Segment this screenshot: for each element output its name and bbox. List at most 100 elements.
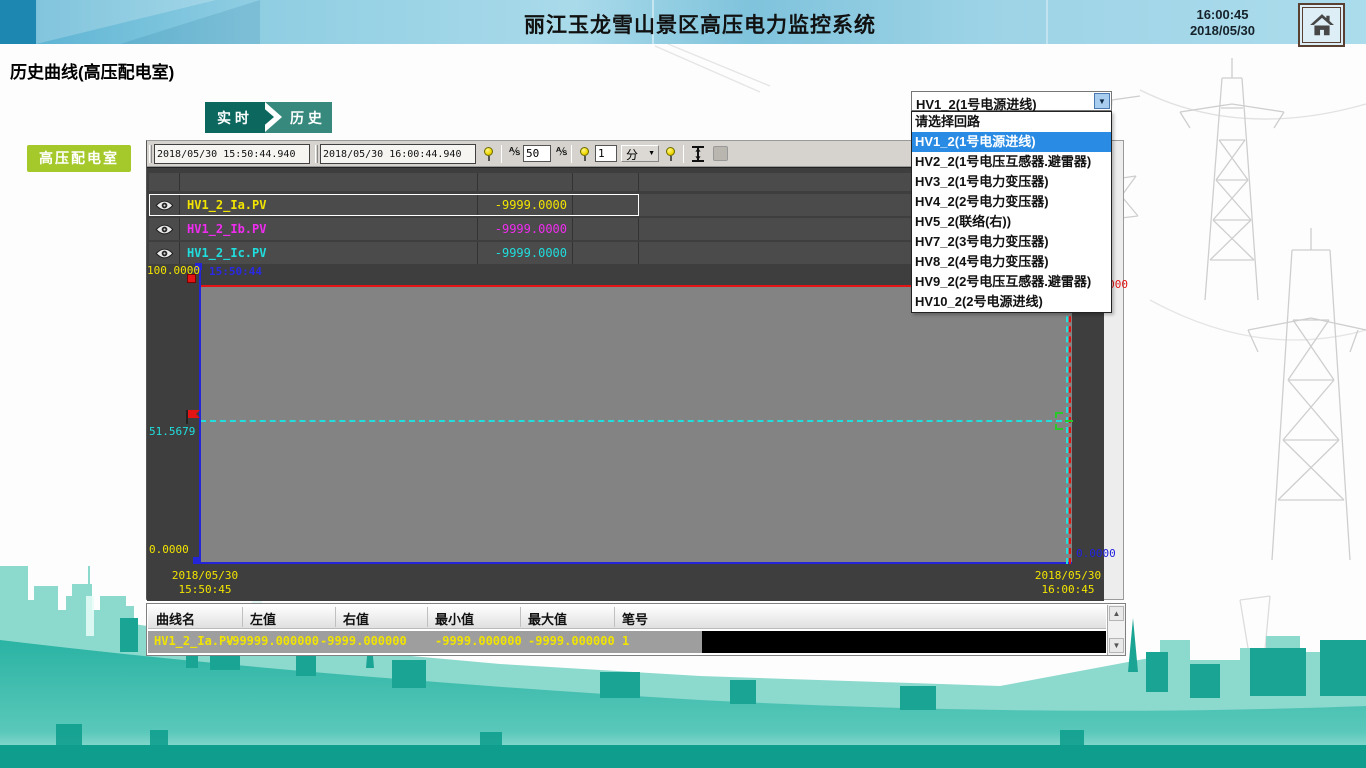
pen-value: -9999.0000 [479, 242, 573, 264]
circuit-option[interactable]: HV3_2(1号电力变压器) [912, 172, 1111, 192]
visibility-cell[interactable] [149, 218, 180, 240]
cursor-handle-bottom-icon[interactable] [193, 557, 200, 564]
visibility-cell[interactable] [149, 242, 180, 264]
zoom-out-percent-icon[interactable]: ⅍ [509, 146, 520, 158]
trend-mode-tabs: 实 时 历 史 [205, 102, 332, 133]
stat-right-value: -9999.000000 [320, 634, 407, 648]
eye-icon [155, 200, 174, 211]
tab-chevron-icon [260, 105, 274, 129]
legend-header-cell [149, 173, 180, 191]
query-key-icon[interactable] [483, 147, 495, 161]
home-icon [1309, 13, 1335, 37]
cursor-time-label: 15:50:44 [209, 265, 262, 278]
visibility-cell[interactable] [149, 194, 180, 216]
min-limit-line [200, 562, 1072, 564]
interval-input[interactable] [595, 145, 617, 162]
header-accent-block [0, 0, 36, 44]
app-root: 丽江玉龙雪山景区高压电力监控系统 16:00:45 2018/05/30 历史曲… [0, 0, 1366, 768]
circuit-option[interactable]: HV4_2(2号电力变压器) [912, 192, 1111, 212]
legend-header-cell [181, 173, 478, 191]
x-start-date: 2018/05/30 [160, 569, 250, 582]
right-cursor-line-cyan[interactable] [1066, 286, 1068, 564]
col-header: 左值 [250, 609, 276, 628]
pen-extra-cell [573, 194, 639, 216]
col-header: 右值 [343, 609, 369, 628]
y-mid-label: 51.5679 [149, 425, 195, 438]
column-divider [614, 607, 615, 627]
target-tick-icon [1065, 420, 1073, 422]
circuit-option[interactable]: HV7_2(3号电力变压器) [912, 232, 1111, 252]
right-min-label: 0.0000 [1076, 547, 1116, 560]
toolbar-grip[interactable] [149, 145, 152, 163]
toolbar-separator [683, 145, 684, 163]
fit-height-icon[interactable] [691, 146, 705, 162]
zoom-percent-input[interactable] [523, 145, 551, 162]
pen-name: HV1_2_Ia.PV [181, 194, 478, 216]
chevron-down-icon: ▼ [648, 150, 655, 157]
home-button[interactable] [1298, 3, 1345, 47]
circuit-select[interactable]: HV1_2(1号电源进线) ▼ [911, 91, 1112, 111]
interval-unit-select[interactable]: 分 ▼ [621, 145, 659, 162]
end-time-input[interactable] [320, 144, 476, 164]
eye-icon [155, 224, 174, 235]
title-bar: 丽江玉龙雪山景区高压电力监控系统 16:00:45 2018/05/30 [0, 0, 1366, 44]
column-divider [335, 607, 336, 627]
y-max-label: 100.0000 [147, 264, 197, 277]
column-divider [427, 607, 428, 627]
column-divider [242, 607, 243, 627]
x-start-time: 15:50:45 [160, 583, 250, 596]
scroll-down-icon[interactable]: ▼ [1109, 638, 1124, 653]
clock-date: 2018/05/30 [1180, 23, 1265, 39]
pen-extra-cell [573, 218, 639, 240]
pen-value: -9999.0000 [479, 194, 573, 216]
x-end-date: 2018/05/30 [1023, 569, 1113, 582]
pen-name: HV1_2_Ib.PV [181, 218, 478, 240]
mid-cursor-line [200, 420, 1072, 422]
eye-icon [155, 248, 174, 259]
circuit-option[interactable]: HV8_2(4号电力变压器) [912, 252, 1111, 272]
circuit-option[interactable]: HV10_2(2号电源进线) [912, 292, 1111, 312]
right-cursor-line-red[interactable] [1069, 286, 1071, 564]
interval-unit-label: 分 [626, 148, 638, 162]
col-header: 曲线名 [156, 609, 195, 628]
plot-area[interactable] [200, 286, 1072, 564]
y-min-label: 0.0000 [149, 543, 189, 556]
pen-value: -9999.0000 [479, 218, 573, 240]
system-title: 丽江玉龙雪山景区高压电力监控系统 [420, 9, 980, 39]
column-divider [520, 607, 521, 627]
zoom-in-percent-icon[interactable]: ⅍ [556, 146, 567, 158]
tab-history-label: 历 史 [281, 108, 331, 128]
start-time-input[interactable] [154, 144, 310, 164]
clock: 16:00:45 2018/05/30 [1180, 7, 1265, 39]
toolbar-separator [501, 145, 502, 163]
circuit-option[interactable]: 请选择回路 [912, 112, 1111, 132]
stat-left-value: -99999.000000 [225, 634, 319, 648]
circuit-option-selected[interactable]: HV1_2(1号电源进线) [912, 132, 1111, 152]
stats-table-row[interactable]: HV1_2_Ia.PV -99999.000000 -9999.000000 -… [148, 631, 1105, 653]
stat-max-value: -9999.000000 [528, 634, 615, 648]
circuit-option[interactable]: HV5_2(联络(右)) [912, 212, 1111, 232]
col-header: 笔号 [622, 609, 648, 628]
interval-key-icon[interactable] [579, 147, 591, 161]
room-button[interactable]: 高压配电室 [27, 145, 131, 172]
legend-header-cell [573, 173, 639, 191]
mid-flag-icon[interactable] [188, 410, 200, 418]
stat-pen-number: 1 [622, 634, 629, 648]
legend-header-cell [479, 173, 573, 191]
tab-realtime-label: 实 时 [205, 108, 261, 128]
apply-key-icon[interactable] [665, 147, 677, 161]
scroll-up-icon[interactable]: ▲ [1109, 606, 1124, 621]
target-bracket-bottom-icon [1055, 424, 1063, 430]
col-header: 最小值 [435, 609, 474, 628]
circuit-dropdown-list: 请选择回路 HV1_2(1号电源进线) HV2_2(1号电压互感器.避雷器) H… [911, 111, 1112, 313]
toolbar-separator [571, 145, 572, 163]
stat-curve-name: HV1_2_Ia.PV [154, 634, 233, 648]
circuit-option[interactable]: HV2_2(1号电压互感器.避雷器) [912, 152, 1111, 172]
stat-min-value: -9999.000000 [435, 634, 522, 648]
table-scrollbar[interactable]: ▲ ▼ [1107, 605, 1125, 655]
chevron-down-icon[interactable]: ▼ [1094, 93, 1110, 109]
circuit-option[interactable]: HV9_2(2号电压互感器.避雷器) [912, 272, 1111, 292]
toolbar-grip[interactable] [315, 145, 318, 163]
target-bracket-top-icon [1055, 412, 1063, 418]
disabled-tool-icon [713, 146, 728, 161]
